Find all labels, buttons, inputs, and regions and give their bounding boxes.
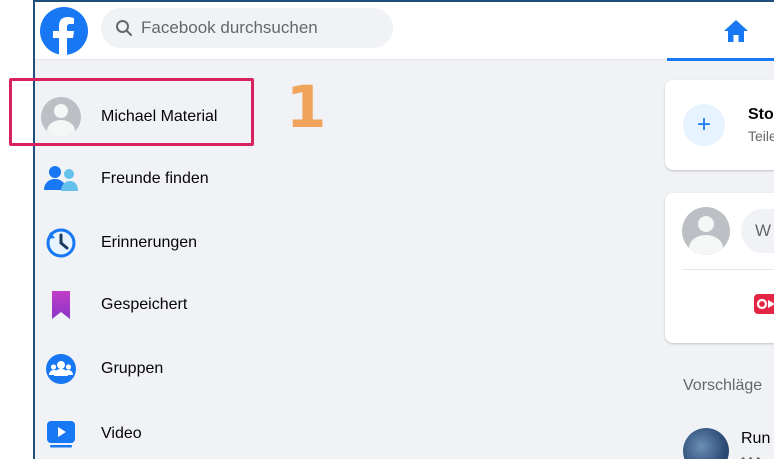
user-avatar[interactable] bbox=[682, 207, 730, 255]
sidebar-item-label: Gespeichert bbox=[101, 296, 188, 313]
search-bar[interactable] bbox=[101, 8, 393, 48]
friends-icon bbox=[41, 159, 81, 199]
video-play-icon bbox=[41, 414, 81, 454]
suggested-group-avatar[interactable] bbox=[683, 428, 729, 459]
sidebar-item-memories[interactable]: Erinnerungen bbox=[35, 215, 335, 271]
suggested-group-meta: • • • bbox=[741, 452, 761, 459]
home-icon bbox=[724, 20, 748, 42]
sidebar-item-label: Erinnerungen bbox=[101, 234, 198, 251]
sidebar-item-friends[interactable]: Freunde finden bbox=[35, 151, 335, 207]
create-post-prompt: W bbox=[755, 221, 772, 240]
story-card-subtitle: Teile bbox=[748, 128, 774, 144]
step-number-label: 1 bbox=[286, 73, 327, 141]
top-navigation-bar bbox=[35, 2, 774, 61]
browser-frame: Michael Material Freunde finden bbox=[33, 0, 774, 459]
groups-icon bbox=[41, 349, 81, 389]
saved-bookmark-icon bbox=[41, 285, 81, 325]
sidebar-item-label: Gruppen bbox=[101, 360, 164, 377]
divider bbox=[682, 269, 774, 270]
suggestions-heading: Vorschläge bbox=[683, 377, 763, 394]
news-feed: + Sto Teile W Vorschläge Run • • • bbox=[665, 60, 774, 459]
create-post-input[interactable]: W bbox=[741, 209, 774, 253]
highlight-box bbox=[9, 78, 254, 146]
create-story-card[interactable]: + Sto Teile bbox=[665, 80, 774, 170]
sidebar-item-label: Freunde finden bbox=[101, 170, 209, 187]
create-post-card: W bbox=[665, 193, 774, 343]
sidebar-item-video[interactable]: Video bbox=[35, 406, 335, 459]
plus-icon: + bbox=[683, 104, 725, 146]
sidebar-item-groups[interactable]: Gruppen bbox=[35, 341, 335, 397]
story-card-title: Sto bbox=[748, 106, 774, 123]
sidebar-item-label: Video bbox=[101, 425, 142, 442]
search-input[interactable] bbox=[141, 18, 381, 38]
search-icon bbox=[116, 20, 132, 36]
memories-clock-icon bbox=[41, 223, 81, 263]
sidebar-item-saved[interactable]: Gespeichert bbox=[35, 277, 335, 333]
live-video-icon[interactable] bbox=[753, 293, 774, 315]
facebook-logo-icon[interactable] bbox=[40, 7, 88, 55]
suggested-group-name[interactable]: Run bbox=[741, 430, 770, 448]
tab-home[interactable] bbox=[667, 2, 774, 61]
